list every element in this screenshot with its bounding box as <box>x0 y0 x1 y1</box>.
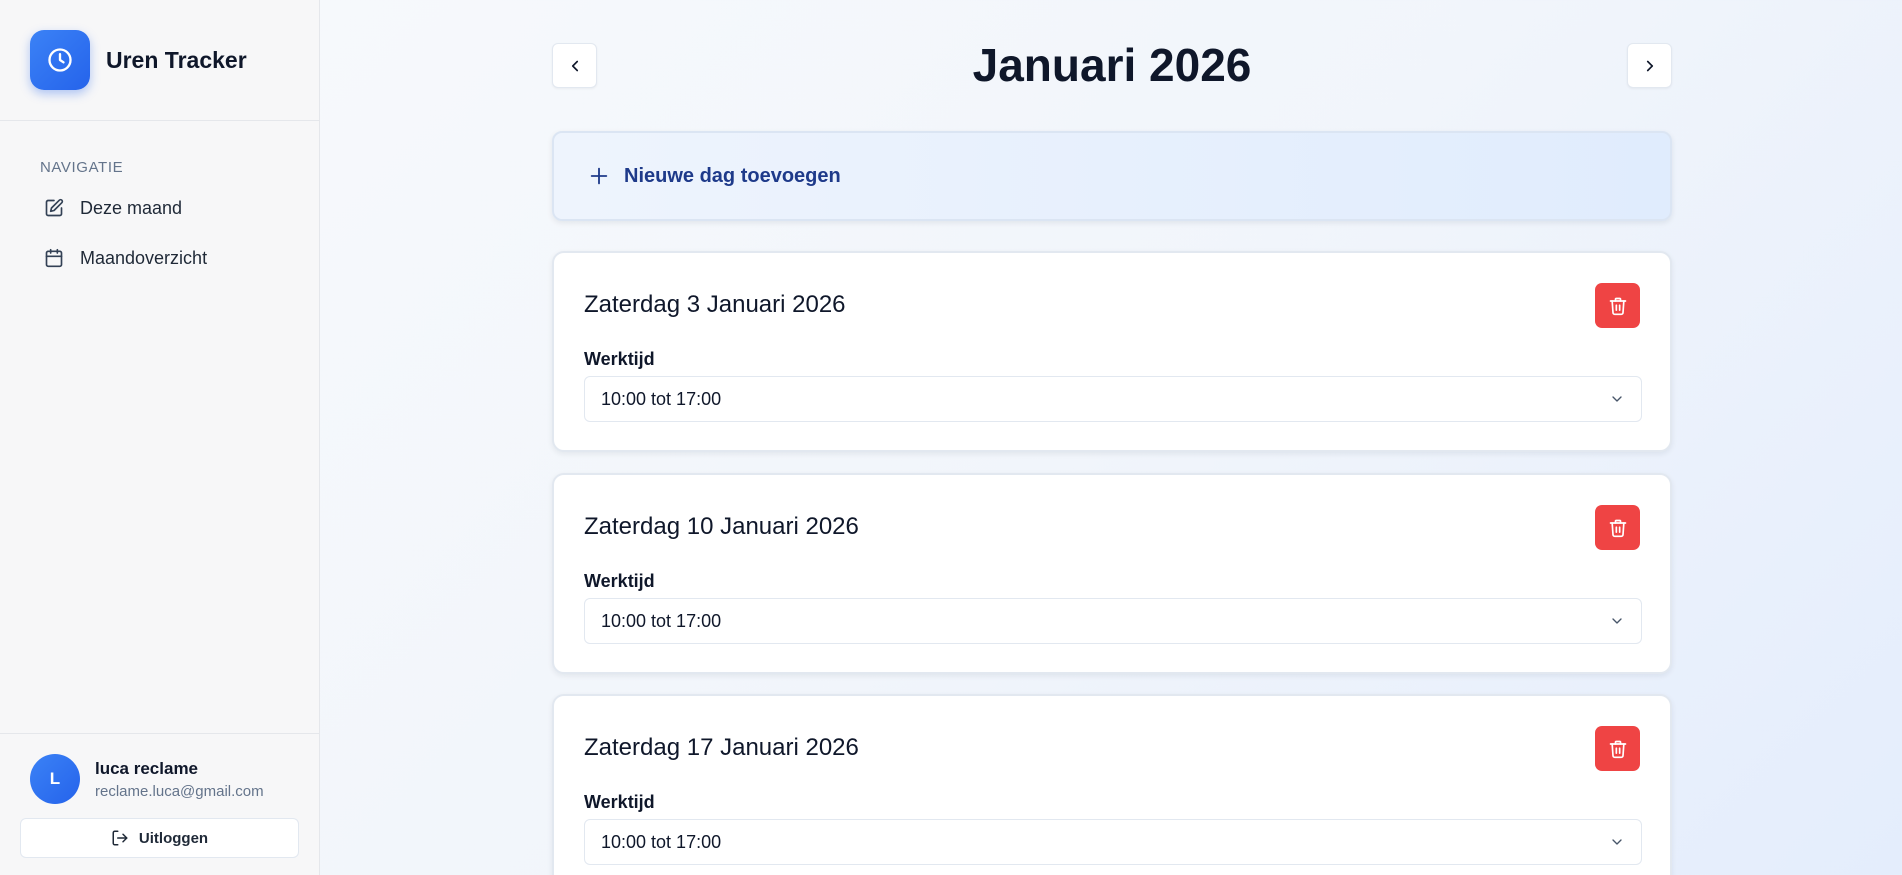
user-email: reclame.luca@gmail.com <box>95 782 264 800</box>
add-day-button[interactable]: Nieuwe dag toevoegen <box>552 131 1672 221</box>
sidebar-item-maandoverzicht[interactable]: Maandoverzicht <box>18 236 301 280</box>
sidebar-item-deze-maand[interactable]: Deze maand <box>18 186 301 230</box>
werktijd-value: 10:00 tot 17:00 <box>601 831 722 852</box>
delete-day-button[interactable] <box>1595 726 1640 771</box>
chevron-right-icon <box>1641 57 1659 75</box>
day-card: Zaterdag 17 Januari 2026 Werktijd 10:00 … <box>552 694 1672 875</box>
day-title: Zaterdag 17 Januari 2026 <box>584 734 859 761</box>
werktijd-value: 10:00 tot 17:00 <box>601 388 722 409</box>
day-title: Zaterdag 10 Januari 2026 <box>584 513 859 540</box>
sidebar: Uren Tracker NAVIGATIE Deze maand Maando… <box>0 0 320 875</box>
chevron-down-icon <box>1609 834 1625 850</box>
main-content: Januari 2026 Nieuwe dag toevoegen Zaterd… <box>552 0 1672 875</box>
werktijd-value: 10:00 tot 17:00 <box>601 610 722 631</box>
add-day-label: Nieuwe dag toevoegen <box>624 164 841 187</box>
month-title: Januari 2026 <box>972 39 1252 91</box>
trash-icon <box>1608 518 1628 538</box>
werktijd-label: Werktijd <box>584 571 655 591</box>
user-info: luca reclame reclame.luca@gmail.com <box>95 759 264 800</box>
avatar: L <box>30 754 80 804</box>
nav-heading: NAVIGATIE <box>40 159 124 176</box>
sidebar-item-label: Maandoverzicht <box>80 247 208 268</box>
user-panel: L luca reclame reclame.luca@gmail.com Ui… <box>0 733 319 875</box>
werktijd-select[interactable]: 10:00 tot 17:00 <box>584 376 1642 422</box>
chevron-down-icon <box>1609 613 1625 629</box>
day-card: Zaterdag 3 Januari 2026 Werktijd 10:00 t… <box>552 251 1672 452</box>
delete-day-button[interactable] <box>1595 505 1640 550</box>
plus-icon <box>588 165 610 187</box>
logout-button[interactable]: Uitloggen <box>20 818 299 858</box>
clock-icon <box>30 30 90 90</box>
delete-day-button[interactable] <box>1595 283 1640 328</box>
month-header: Januari 2026 <box>552 0 1672 131</box>
edit-icon <box>44 197 66 219</box>
trash-icon <box>1608 739 1628 759</box>
brand: Uren Tracker <box>0 0 319 121</box>
logout-label: Uitloggen <box>138 829 209 847</box>
werktijd-label: Werktijd <box>584 792 655 812</box>
app-title: Uren Tracker <box>106 46 247 73</box>
calendar-icon <box>44 247 66 269</box>
werktijd-label: Werktijd <box>584 349 655 369</box>
user-row: L luca reclame reclame.luca@gmail.com <box>30 754 299 804</box>
werktijd-select[interactable]: 10:00 tot 17:00 <box>584 598 1642 644</box>
sidebar-item-label: Deze maand <box>80 197 183 218</box>
werktijd-select[interactable]: 10:00 tot 17:00 <box>584 819 1642 865</box>
trash-icon <box>1608 296 1628 316</box>
logout-icon <box>111 829 129 847</box>
chevron-down-icon <box>1609 391 1625 407</box>
user-name: luca reclame <box>95 758 199 778</box>
day-card: Zaterdag 10 Januari 2026 Werktijd 10:00 … <box>552 473 1672 674</box>
next-month-button[interactable] <box>1627 43 1672 88</box>
day-title: Zaterdag 3 Januari 2026 <box>584 291 846 318</box>
